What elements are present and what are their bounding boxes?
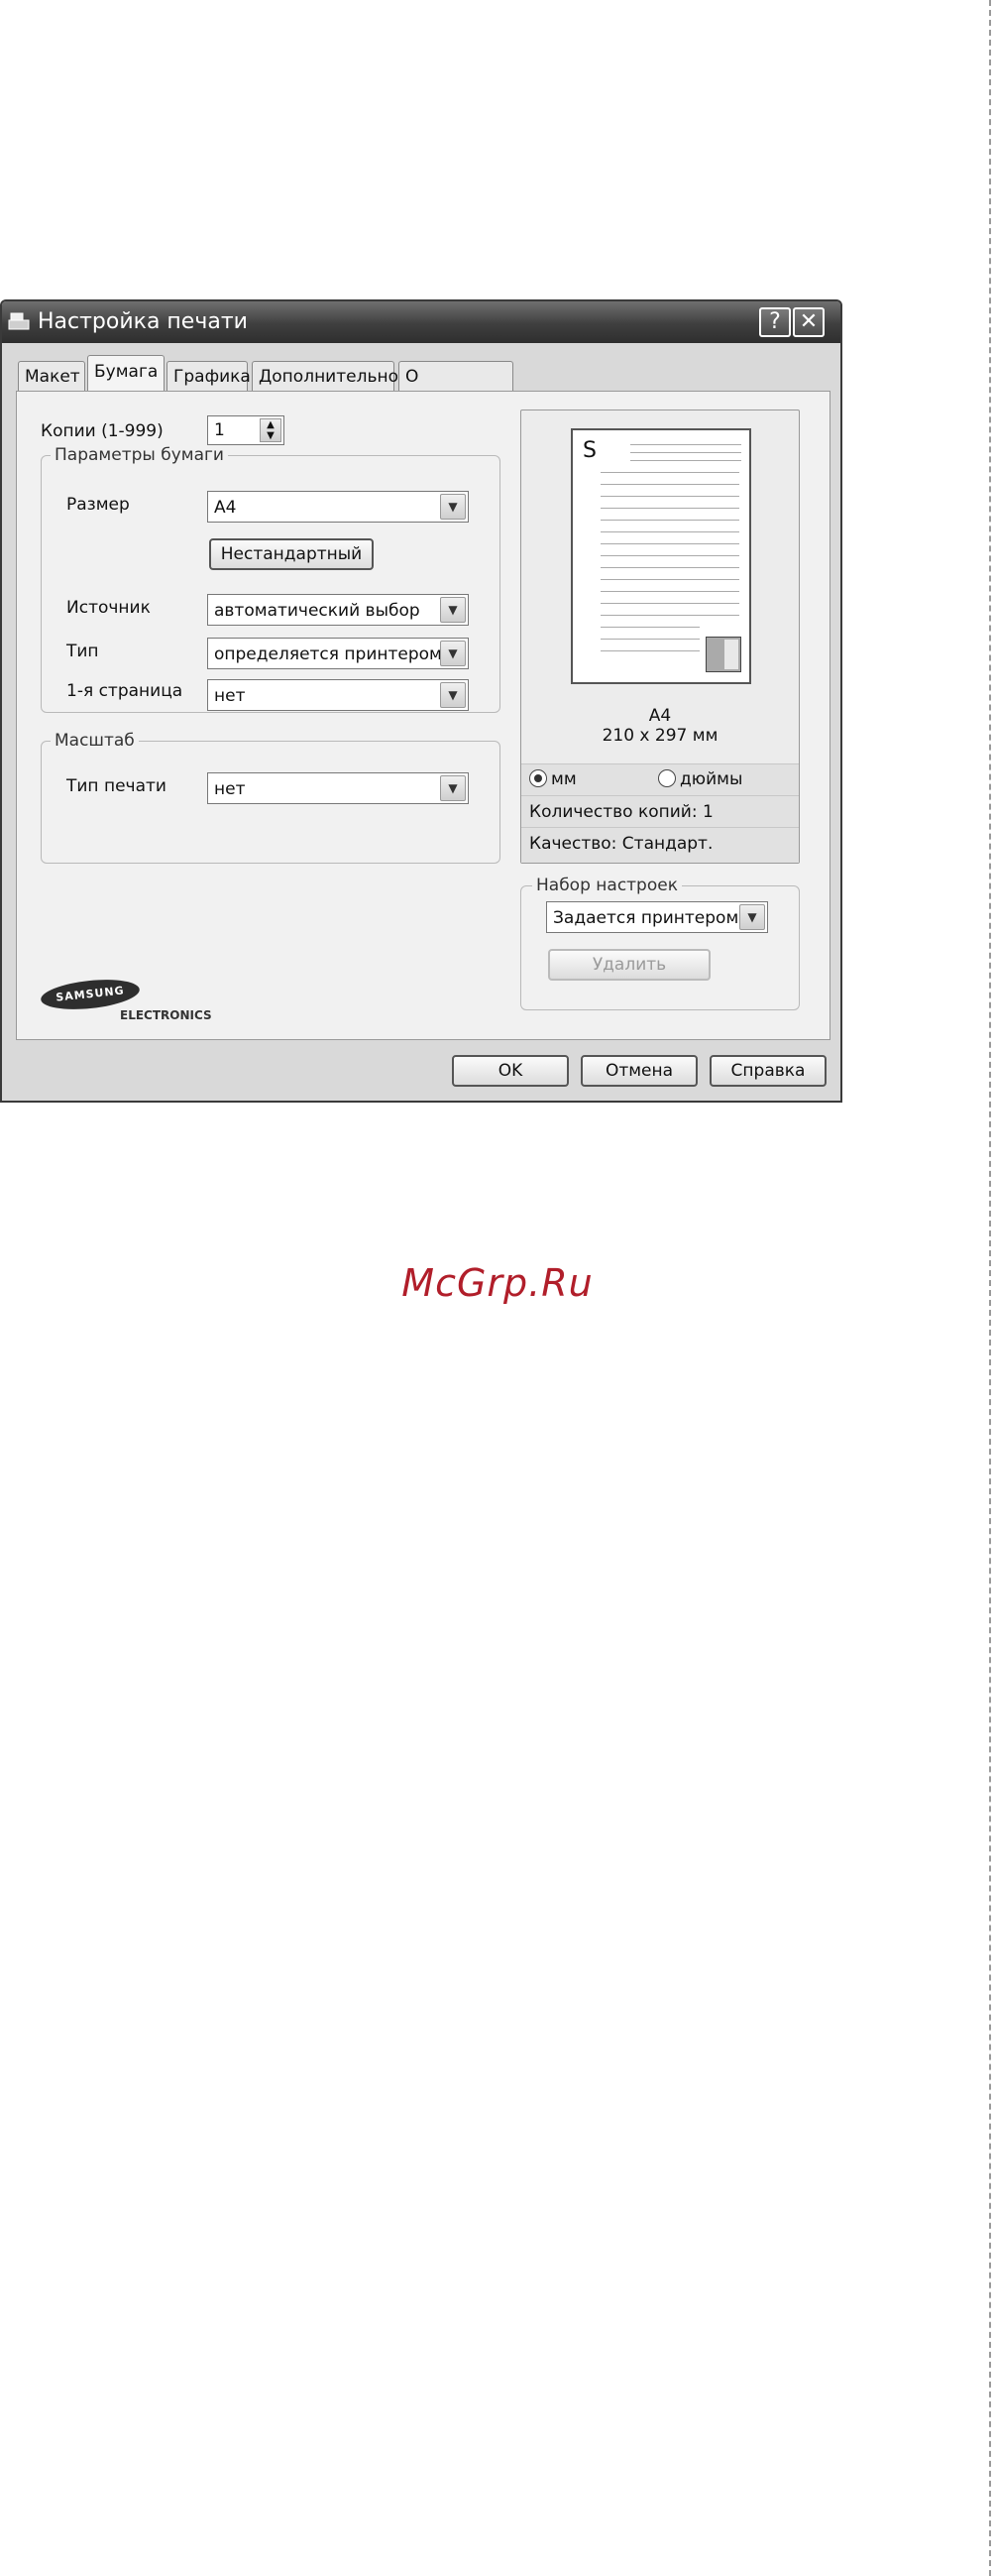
window-title: Настройка печати xyxy=(38,309,248,334)
copies-info: Количество копий: 1 xyxy=(521,795,799,827)
custom-size-button[interactable]: Нестандартный xyxy=(209,538,374,570)
source-select[interactable]: автоматический выбор ▼ xyxy=(207,594,469,626)
tab-graphics[interactable]: Графика xyxy=(166,361,251,391)
chevron-down-icon[interactable]: ▼ xyxy=(739,904,765,930)
radio-icon[interactable] xyxy=(658,769,676,787)
paper-tab-panel: Копии (1-999) 1 ▲ ▼ Параметры бумаги Разм… xyxy=(16,391,830,1040)
tab-advanced[interactable]: Дополнительно xyxy=(252,361,398,391)
tab-paper[interactable]: Бумага xyxy=(87,355,165,391)
first-page-select[interactable]: нет ▼ xyxy=(207,679,469,711)
source-value: автоматический выбор xyxy=(214,601,420,621)
quality-info: Качество: Стандарт. xyxy=(521,827,799,863)
print-type-select[interactable]: нет ▼ xyxy=(207,772,469,804)
spinner-arrows-icon[interactable]: ▲ ▼ xyxy=(260,418,281,442)
units-row: мм дюймы xyxy=(521,763,799,795)
delete-preset-button[interactable]: Удалить xyxy=(548,949,711,981)
radio-checked-icon[interactable] xyxy=(529,769,547,787)
print-type-value: нет xyxy=(214,779,246,799)
copies-label: Копии (1-999) xyxy=(41,421,164,441)
size-select[interactable]: A4 ▼ xyxy=(207,491,469,523)
scale-title: Масштаб xyxy=(51,731,139,751)
source-label: Источник xyxy=(66,598,151,618)
chevron-down-icon[interactable]: ▼ xyxy=(440,641,466,666)
presets-title: Набор настроек xyxy=(532,876,682,895)
type-label: Тип xyxy=(66,642,99,661)
tab-layout[interactable]: Макет xyxy=(18,361,85,391)
size-label: Размер xyxy=(66,495,130,515)
printer-icon xyxy=(8,312,30,330)
print-settings-dialog: Настройка печати ? ✕ Макет Бумага График… xyxy=(0,299,842,1103)
paper-preview-panel: S A4 210 x 297 мм мм дюймы Количество ко… xyxy=(520,410,800,864)
chevron-down-icon[interactable]: ▼ xyxy=(440,775,466,801)
help-button[interactable]: Справка xyxy=(710,1055,827,1087)
page-letter: S xyxy=(583,438,597,463)
watermark-text: McGrp.Ru xyxy=(401,1261,594,1305)
cancel-button[interactable]: Отмена xyxy=(581,1055,698,1087)
type-value: определяется принтером xyxy=(214,644,442,664)
paper-dimensions: 210 x 297 мм xyxy=(602,726,719,746)
presets-select[interactable]: Задается принтером ▼ xyxy=(546,901,768,933)
copies-spinner[interactable]: 1 ▲ ▼ xyxy=(207,415,284,445)
help-icon[interactable]: ? xyxy=(759,307,791,337)
ok-button[interactable]: OK xyxy=(452,1055,569,1087)
electronics-text: ELECTRONICS xyxy=(120,1008,212,1022)
paper-name: A4 xyxy=(648,706,672,726)
first-page-label: 1-я страница xyxy=(66,681,183,701)
page-image-icon xyxy=(706,637,741,672)
title-bar[interactable]: Настройка печати ? ✕ xyxy=(2,301,840,343)
copies-value: 1 xyxy=(214,420,225,440)
unit-inch-radio[interactable]: дюймы xyxy=(658,769,742,789)
presets-value: Задается принтером xyxy=(553,908,739,928)
first-page-value: нет xyxy=(214,686,246,706)
unit-mm-radio[interactable]: мм xyxy=(529,769,577,789)
page-preview: S xyxy=(571,428,751,684)
print-type-label: Тип печати xyxy=(66,776,166,796)
paper-settings-title: Параметры бумаги xyxy=(51,445,228,465)
size-value: A4 xyxy=(214,498,237,518)
close-icon[interactable]: ✕ xyxy=(793,307,825,337)
tab-about[interactable]: О программе xyxy=(398,361,513,407)
chevron-down-icon[interactable]: ▼ xyxy=(440,494,466,520)
type-select[interactable]: определяется принтером ▼ xyxy=(207,638,469,669)
chevron-down-icon[interactable]: ▼ xyxy=(440,682,466,708)
chevron-down-icon[interactable]: ▼ xyxy=(440,597,466,623)
